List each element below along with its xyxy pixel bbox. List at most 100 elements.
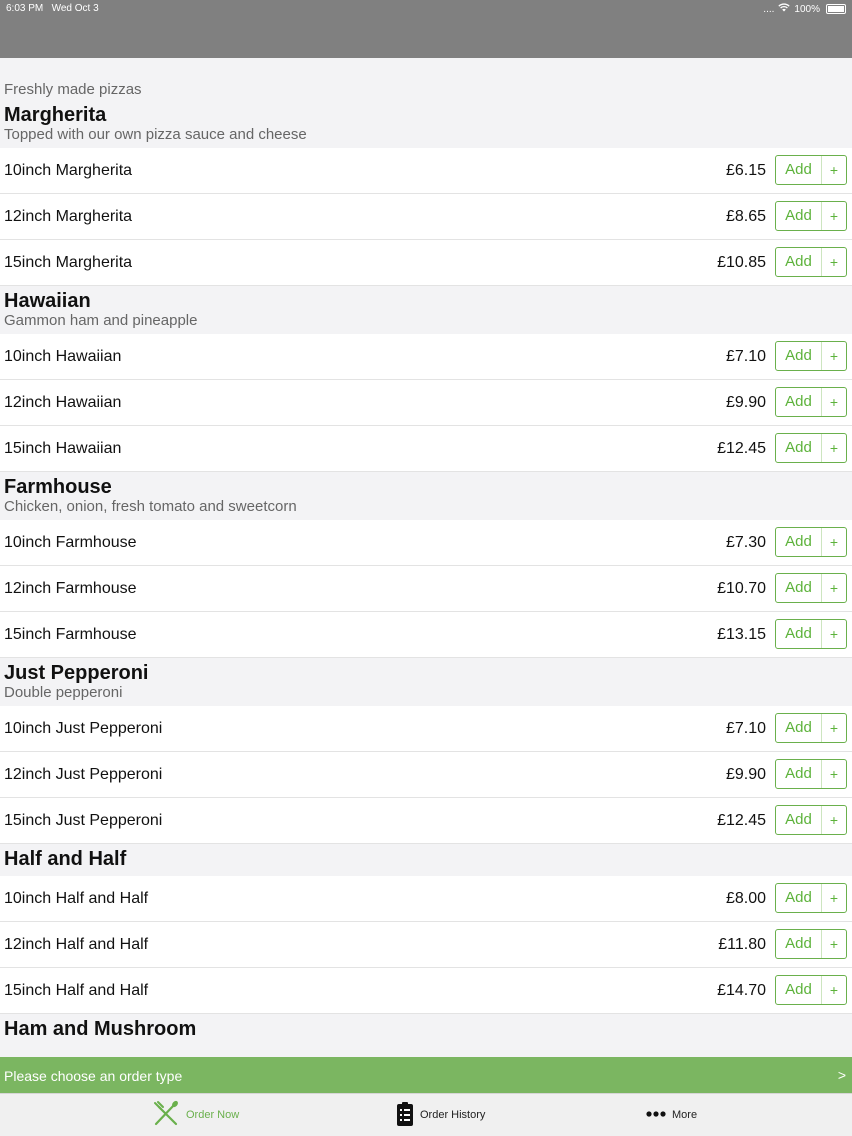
add-button-label: Add <box>785 439 812 456</box>
menu-item-name: 15inch Margherita <box>4 254 133 271</box>
wifi-icon <box>778 3 791 15</box>
menu-group-header: Margherita Topped with our own pizza sauc… <box>0 98 852 148</box>
menu-item-name: 15inch Half and Half <box>4 982 149 999</box>
menu-item-name: 10inch Margherita <box>4 162 133 179</box>
menu-group-description: Chicken, onion, fresh tomato and sweetco… <box>4 498 297 515</box>
add-button[interactable]: Add + <box>775 805 847 835</box>
menu-item-row[interactable]: 12inch Hawaiian £9.90 Add + <box>0 380 852 426</box>
order-type-bar[interactable]: Please choose an order type > <box>0 1057 852 1093</box>
menu-item-price: £11.80 <box>718 936 766 953</box>
fork-knife-icon <box>152 1100 180 1131</box>
chevron-right-icon: > <box>837 1067 846 1083</box>
add-button-label: Add <box>785 161 812 178</box>
status-clock: 6:03 PM <box>6 3 44 14</box>
plus-icon: + <box>821 620 846 648</box>
add-button[interactable]: Add + <box>775 573 847 603</box>
menu-item-row[interactable]: 12inch Farmhouse £10.70 Add + <box>0 566 852 612</box>
add-button-label: Add <box>785 579 812 596</box>
add-button[interactable]: Add + <box>775 201 847 231</box>
menu-group-title: Farmhouse <box>4 476 112 498</box>
menu-item-row[interactable]: 12inch Half and Half £11.80 Add + <box>0 922 852 968</box>
plus-icon: + <box>821 202 846 230</box>
add-button-label: Add <box>785 533 812 550</box>
signal-dots: .... <box>763 3 775 15</box>
menu-list[interactable]: Freshly made pizzas Margherita Topped wit… <box>0 58 852 1056</box>
menu-item-row[interactable]: 10inch Farmhouse £7.30 Add + <box>0 520 852 566</box>
tab-more[interactable]: More <box>646 1094 697 1136</box>
add-button[interactable]: Add + <box>775 387 847 417</box>
add-button[interactable]: Add + <box>775 341 847 371</box>
menu-item-price: £9.90 <box>725 394 766 411</box>
clipboard-list-icon <box>396 1101 414 1130</box>
menu-item-name: 10inch Farmhouse <box>4 534 137 551</box>
status-bar: 6:03 PM Wed Oct 3 .... 100% <box>0 0 852 58</box>
menu-item-price: £8.00 <box>725 890 766 907</box>
add-button[interactable]: Add + <box>775 433 847 463</box>
menu-group-header: Half and Half <box>0 844 852 876</box>
menu-item-price: £12.45 <box>717 440 766 457</box>
menu-group-header: Farmhouse Chicken, onion, fresh tomato an… <box>0 472 852 520</box>
add-button[interactable]: Add + <box>775 155 847 185</box>
add-button-label: Add <box>785 393 812 410</box>
add-button-label: Add <box>785 981 812 998</box>
menu-item-name: 12inch Farmhouse <box>4 580 137 597</box>
menu-item-row[interactable]: 12inch Margherita £8.65 Add + <box>0 194 852 240</box>
menu-item-name: 10inch Just Pepperoni <box>4 720 163 737</box>
add-button-label: Add <box>785 347 812 364</box>
plus-icon: + <box>821 434 846 462</box>
menu-item-row[interactable]: 15inch Half and Half £14.70 Add + <box>0 968 852 1014</box>
menu-group-title: Ham and Mushroom <box>4 1018 197 1040</box>
menu-item-name: 15inch Farmhouse <box>4 626 137 643</box>
menu-group-description: Gammon ham and pineapple <box>4 312 198 329</box>
add-button[interactable]: Add + <box>775 247 847 277</box>
add-button-label: Add <box>785 207 812 224</box>
menu-item-name: 12inch Just Pepperoni <box>4 766 163 783</box>
tab-order-history-label: Order History <box>420 1109 486 1121</box>
order-type-label: Please choose an order type <box>4 1068 183 1084</box>
menu-item-row[interactable]: 15inch Just Pepperoni £12.45 Add + <box>0 798 852 844</box>
menu-item-price: £13.15 <box>717 626 766 643</box>
menu-item-row[interactable]: 12inch Just Pepperoni £9.90 Add + <box>0 752 852 798</box>
plus-icon: + <box>821 342 846 370</box>
menu-item-name: 12inch Hawaiian <box>4 394 122 411</box>
menu-group-header: Just Pepperoni Double pepperoni <box>0 658 852 706</box>
add-button-label: Add <box>785 719 812 736</box>
more-dots-icon <box>646 1109 666 1121</box>
menu-item-row[interactable]: 10inch Hawaiian £7.10 Add + <box>0 334 852 380</box>
menu-group-header: Ham and Mushroom <box>0 1014 852 1046</box>
add-button[interactable]: Add + <box>775 759 847 789</box>
plus-icon: + <box>821 248 846 276</box>
menu-item-row[interactable]: 10inch Half and Half £8.00 Add + <box>0 876 852 922</box>
menu-item-price: £7.10 <box>725 720 766 737</box>
menu-item-row[interactable]: 15inch Margherita £10.85 Add + <box>0 240 852 286</box>
add-button[interactable]: Add + <box>775 929 847 959</box>
menu-item-row[interactable]: 10inch Margherita £6.15 Add + <box>0 148 852 194</box>
menu-item-name: 15inch Hawaiian <box>4 440 122 457</box>
menu-item-price: £14.70 <box>717 982 766 999</box>
tab-order-now[interactable]: Order Now <box>152 1094 239 1136</box>
menu-item-row[interactable]: 10inch Just Pepperoni £7.10 Add + <box>0 706 852 752</box>
plus-icon: + <box>821 884 846 912</box>
menu-item-price: £7.30 <box>725 534 766 551</box>
tab-order-now-label: Order Now <box>186 1109 240 1121</box>
menu-group-header: Hawaiian Gammon ham and pineapple <box>0 286 852 334</box>
add-button-label: Add <box>785 625 812 642</box>
plus-icon: + <box>821 156 846 184</box>
menu-group-title: Just Pepperoni <box>4 662 149 684</box>
status-time: 6:03 PM Wed Oct 3 <box>6 3 99 14</box>
plus-icon: + <box>821 714 846 742</box>
add-button[interactable]: Add + <box>775 713 847 743</box>
tab-order-history[interactable]: Order History <box>396 1094 485 1136</box>
menu-item-name: 12inch Half and Half <box>4 936 149 953</box>
add-button-label: Add <box>785 889 812 906</box>
add-button[interactable]: Add + <box>775 975 847 1005</box>
menu-item-row[interactable]: 15inch Farmhouse £13.15 Add + <box>0 612 852 658</box>
menu-item-row[interactable]: 15inch Hawaiian £12.45 Add + <box>0 426 852 472</box>
menu-item-name: 12inch Margherita <box>4 208 133 225</box>
battery-percent: 100% <box>794 3 820 15</box>
add-button[interactable]: Add + <box>775 883 847 913</box>
add-button[interactable]: Add + <box>775 619 847 649</box>
add-button[interactable]: Add + <box>775 527 847 557</box>
menu-group-title: Margherita <box>4 104 107 126</box>
menu-group-description: Topped with our own pizza sauce and chee… <box>4 126 307 143</box>
